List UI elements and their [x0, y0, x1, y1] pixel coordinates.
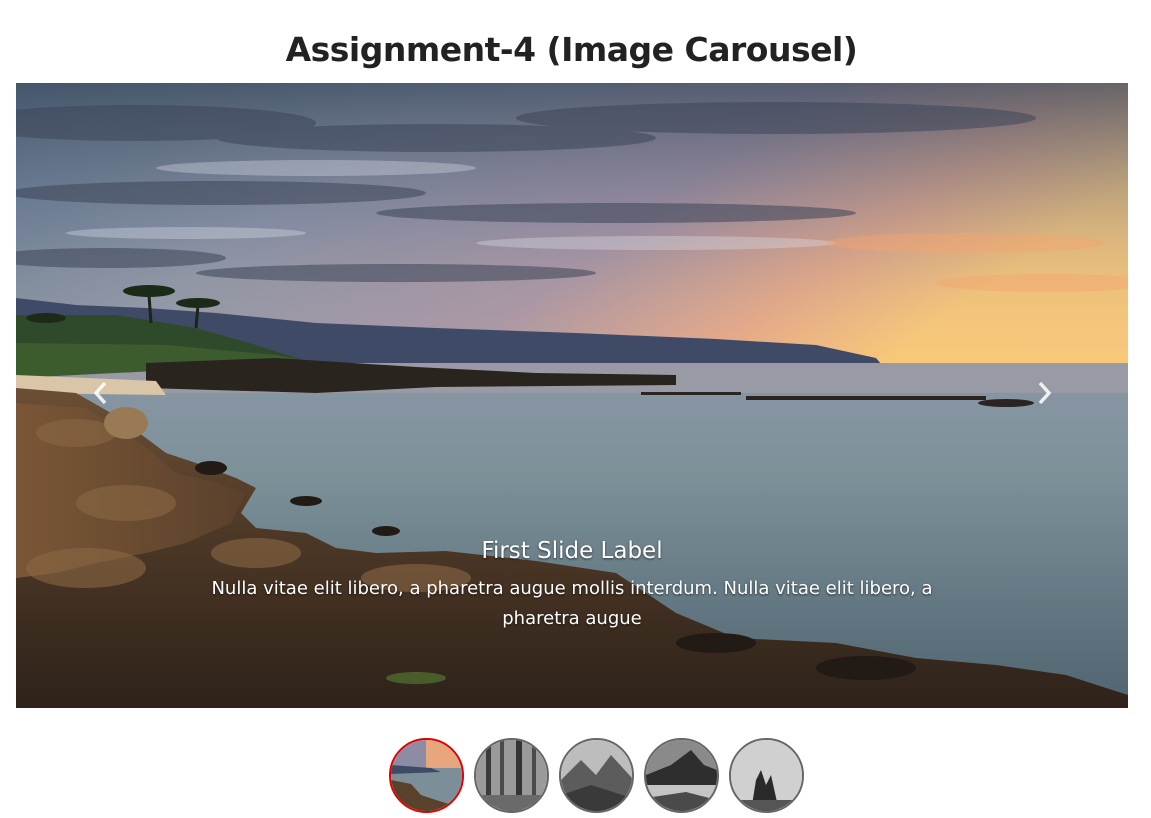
thumbnail-mountain-lake-image	[646, 740, 717, 811]
thumbnail-forest[interactable]	[474, 738, 549, 813]
slide-label: First Slide Label	[481, 538, 663, 564]
chevron-right-icon	[1038, 381, 1051, 405]
thumbnail-mountains-image	[561, 740, 632, 811]
carousel-prev-control[interactable]	[71, 373, 131, 413]
chevron-left-icon	[94, 381, 107, 405]
thumbnail-rock-spire[interactable]	[729, 738, 804, 813]
page-title: Assignment-4 (Image Carousel)	[285, 30, 858, 69]
thumbnail-rock-spire-image	[731, 740, 802, 811]
image-carousel[interactable]: First Slide Label Nulla vitae elit liber…	[16, 83, 1128, 708]
thumbnail-forest-image	[476, 740, 547, 811]
slide-text: Nulla vitae elit libero, a pharetra augu…	[211, 578, 933, 629]
thumbnail-sunset-coast-image	[391, 740, 462, 811]
carousel-next-control[interactable]	[1014, 373, 1074, 413]
thumbnail-indicators	[389, 738, 804, 814]
slide-caption: First Slide Label Nulla vitae elit liber…	[206, 538, 938, 634]
thumbnail-mountains[interactable]	[559, 738, 634, 813]
thumbnail-sunset-coast[interactable]	[389, 738, 464, 813]
thumbnail-mountain-lake[interactable]	[644, 738, 719, 813]
